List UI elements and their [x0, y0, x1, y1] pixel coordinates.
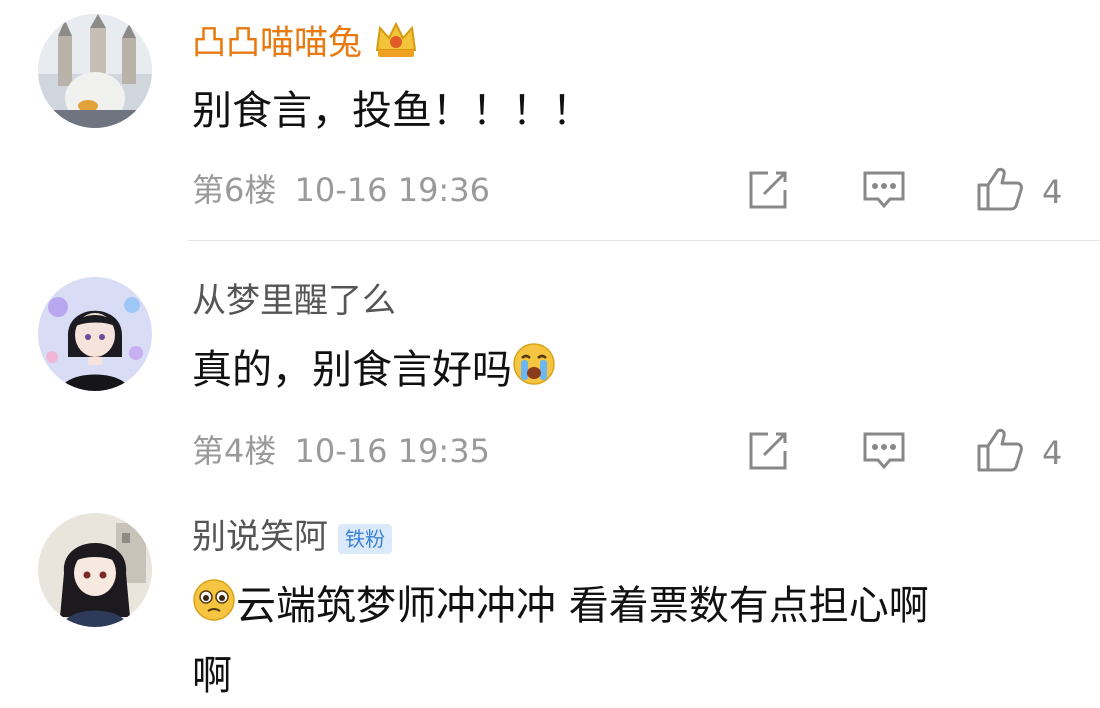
comment-item: 别说笑阿 铁粉 云端筑梦师冲冲冲 看着票数有点担心啊 啊 — [0, 491, 1100, 708]
edit-icon[interactable] — [746, 429, 790, 473]
username[interactable]: 别说笑阿 铁粉 — [192, 517, 392, 557]
comment-text: 云端筑梦师冲冲冲 看着票数有点担心啊 — [192, 577, 929, 638]
timestamp: 10-16 19:36 — [294, 171, 490, 209]
crown-icon — [374, 20, 418, 69]
username[interactable]: 凸凸喵喵兔 — [192, 20, 418, 69]
comment-item: 凸凸喵喵兔 别食言，投鱼！！！！ 第6楼 10-16 19:36 4 — [0, 0, 1100, 241]
like-count: 4 — [1042, 434, 1063, 472]
comment-item: 从梦里醒了么 真的，别食言好吗 第4楼 10-16 19:35 4 — [0, 241, 1100, 491]
avatar[interactable] — [38, 277, 152, 391]
avatar[interactable] — [38, 513, 152, 627]
comment-text: 别食言，投鱼！！！！ — [192, 88, 592, 134]
like-count: 4 — [1042, 173, 1063, 211]
crying-face-emoji — [512, 342, 556, 402]
comment-meta: 第6楼 10-16 19:36 — [192, 170, 490, 210]
thumbs-up-icon[interactable] — [976, 166, 1023, 211]
comment-meta: 第4楼 10-16 19:35 — [192, 431, 490, 471]
comment-text-continued: 啊 — [192, 653, 232, 699]
username[interactable]: 从梦里醒了么 — [192, 281, 396, 321]
floor-number: 第6楼 — [192, 171, 277, 209]
comment-icon[interactable] — [862, 168, 906, 212]
comment-icon[interactable] — [862, 429, 906, 473]
pleading-face-emoji — [192, 578, 236, 638]
edit-icon[interactable] — [746, 168, 790, 212]
fan-badge: 铁粉 — [338, 523, 392, 554]
timestamp: 10-16 19:35 — [294, 432, 490, 470]
thumbs-up-icon[interactable] — [976, 427, 1023, 472]
avatar[interactable] — [38, 14, 152, 128]
comment-text: 真的，别食言好吗 — [192, 341, 556, 402]
floor-number: 第4楼 — [192, 432, 277, 470]
